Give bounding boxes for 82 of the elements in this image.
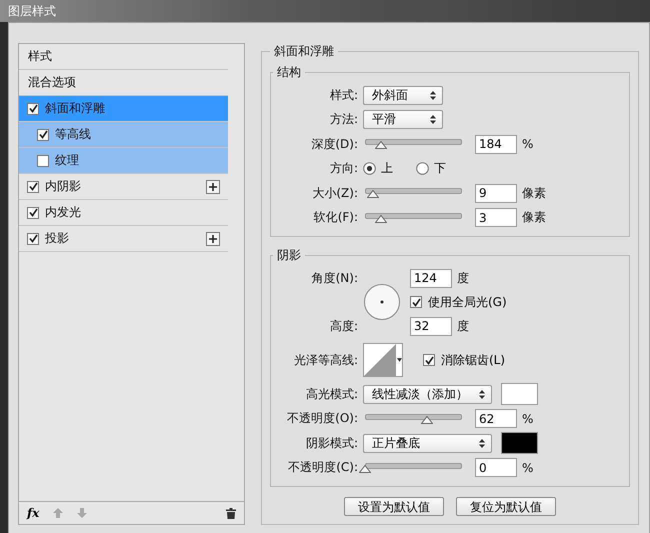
value-field[interactable]: 184 <box>475 134 517 154</box>
unit-label: % <box>522 412 534 426</box>
radio-circle-icon <box>416 162 429 176</box>
value-field[interactable]: 0 <box>475 458 517 478</box>
sidebar-item[interactable]: 纹理 <box>19 148 228 174</box>
mode-dropdown[interactable]: 外斜面 <box>363 86 443 105</box>
delete-button[interactable] <box>226 508 236 518</box>
checkbox[interactable] <box>37 128 49 140</box>
mode-dropdown[interactable]: 平滑 <box>363 110 443 130</box>
slider-thumb[interactable] <box>375 214 388 223</box>
field-label: 方向: <box>328 160 358 178</box>
field-label: 高度: <box>328 318 358 334</box>
plus-icon <box>209 234 217 242</box>
add-button[interactable] <box>206 232 220 246</box>
value-field[interactable]: 3 <box>475 208 517 228</box>
field-label: 不透明度(C): <box>287 459 358 476</box>
global-light-checkbox[interactable]: 使用全局光(G) <box>410 294 621 310</box>
plus-icon <box>209 182 217 190</box>
unit-label: 像素 <box>522 184 546 202</box>
sidebar-item[interactable]: 内阴影 <box>19 174 228 200</box>
unit-label: 度 <box>457 270 469 286</box>
field-label: 高光模式: <box>304 386 358 403</box>
checkbox[interactable] <box>27 206 39 218</box>
checkbox[interactable] <box>27 180 39 192</box>
value-field[interactable]: 62 <box>475 409 517 428</box>
sidebar-item[interactable]: 样式 <box>19 44 228 70</box>
unit-label: % <box>522 460 534 475</box>
dropdown-arrows-icon <box>479 390 485 399</box>
value-field[interactable]: 124 <box>410 268 452 288</box>
field-label: 大小(Z): <box>311 184 358 202</box>
unit-label: 像素 <box>522 209 546 226</box>
contour-curve-icon <box>364 344 396 376</box>
unit-label: % <box>522 137 534 152</box>
caret-icon <box>396 358 402 362</box>
field-label: 光泽等高线: <box>292 352 358 368</box>
field-label: 深度(D): <box>310 136 358 153</box>
window-title: 图层样式 <box>8 2 56 20</box>
color-swatch[interactable] <box>501 432 538 454</box>
value-field[interactable]: 9 <box>475 184 517 203</box>
direction-radio[interactable]: 上 <box>363 160 393 178</box>
checkbox[interactable] <box>27 102 39 114</box>
field-label: 角度(N): <box>310 270 358 286</box>
unit-label: 度 <box>457 318 469 334</box>
value-field[interactable]: 32 <box>410 316 452 336</box>
add-button[interactable] <box>206 180 220 194</box>
group-title: 斜面和浮雕 <box>273 43 335 60</box>
field-label: 不透明度(O): <box>286 410 358 428</box>
slider-thumb[interactable] <box>421 416 434 424</box>
checkbox[interactable] <box>37 154 49 166</box>
dropdown-arrows-icon <box>430 115 436 124</box>
direction-radio[interactable]: 下 <box>416 160 446 178</box>
field-label: 阴影模式: <box>304 434 358 452</box>
color-swatch[interactable] <box>501 383 538 406</box>
dropdown-arrows-icon <box>430 90 436 100</box>
default-button[interactable]: 复位为默认值 <box>456 497 556 516</box>
slider-thumb[interactable] <box>359 464 371 473</box>
slider-thumb[interactable] <box>366 190 379 198</box>
field-label: 样式: <box>328 86 358 104</box>
slider-thumb[interactable] <box>375 141 388 150</box>
anti-alias-checkbox[interactable]: 消除锯齿(L) <box>423 352 506 368</box>
checkbox[interactable] <box>410 296 422 308</box>
radio-circle-icon <box>363 162 376 176</box>
dropdown-arrows-icon <box>479 438 485 448</box>
contour-picker[interactable] <box>363 343 403 377</box>
sidebar-item[interactable]: 内发光 <box>19 200 228 226</box>
field-label: 方法: <box>328 111 358 128</box>
default-button[interactable]: 设置为默认值 <box>344 497 444 516</box>
mode-dropdown[interactable]: 正片叠底 <box>363 434 492 453</box>
trash-icon <box>226 508 236 518</box>
field-label: 软化(F): <box>312 209 358 226</box>
mode-dropdown[interactable]: 线性减淡（添加） <box>363 384 492 404</box>
sidebar-item[interactable]: 等高线 <box>19 122 228 148</box>
sidebar-item[interactable]: 斜面和浮雕 <box>19 96 228 122</box>
fx-button[interactable]: fx <box>27 506 40 520</box>
group-title: 结构 <box>276 64 302 81</box>
checkbox[interactable] <box>423 354 435 366</box>
up-arrow-icon <box>53 508 64 518</box>
sidebar-item[interactable]: 投影 <box>19 226 228 252</box>
down-arrow-icon <box>77 508 88 518</box>
group-title: 阴影 <box>276 247 302 264</box>
angle-dial[interactable] <box>363 283 401 321</box>
checkbox[interactable] <box>27 232 39 244</box>
